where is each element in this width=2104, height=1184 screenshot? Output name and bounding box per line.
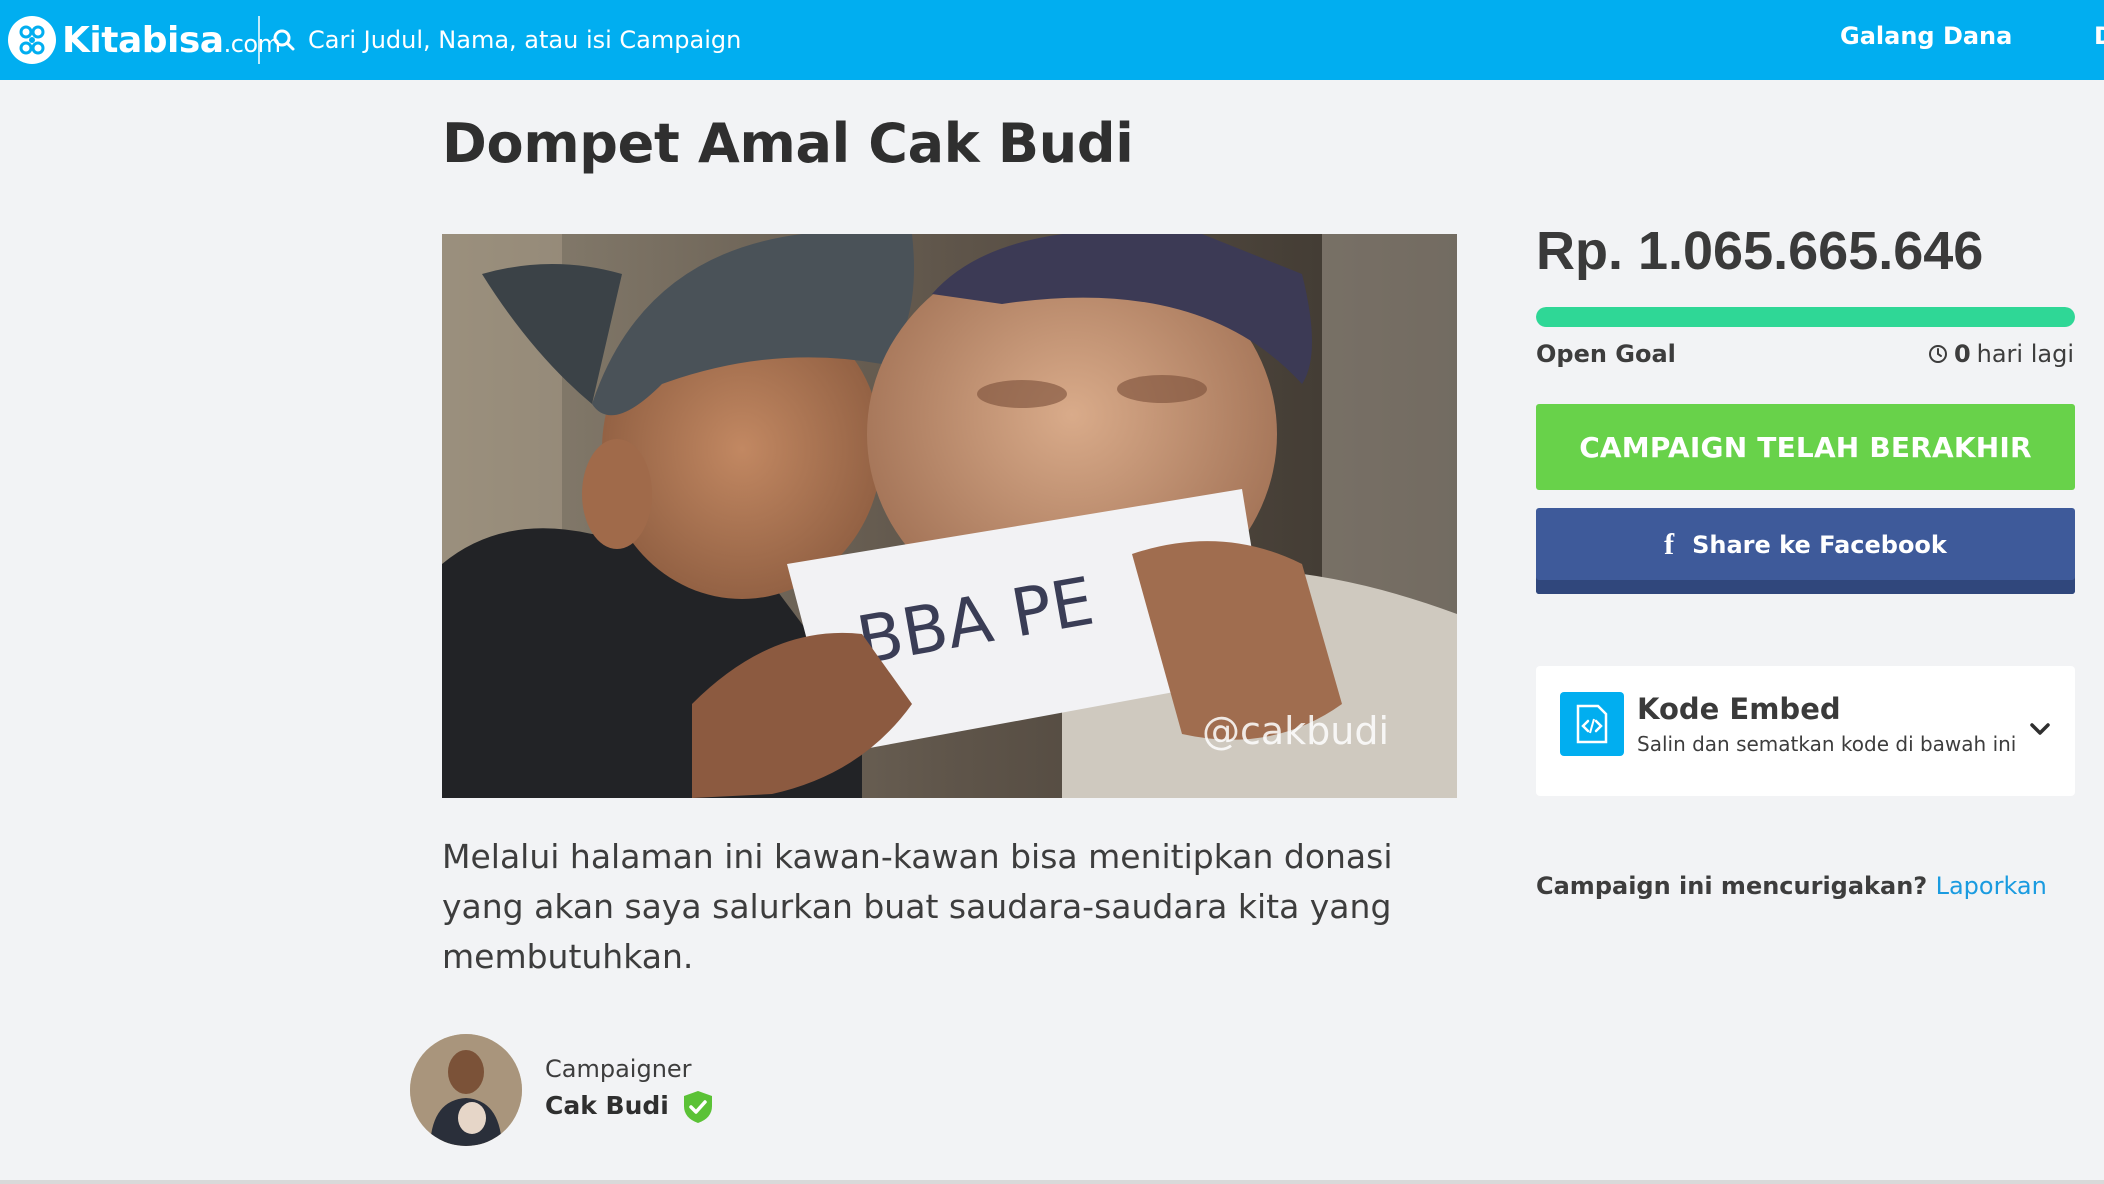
embed-title: Kode Embed	[1637, 692, 1841, 726]
days-left-suffix: hari lagi	[1976, 340, 2074, 368]
page-bottom-divider	[0, 1180, 2104, 1184]
embed-code-card[interactable]: Kode Embed Salin dan sematkan kode di ba…	[1536, 666, 2075, 796]
top-navbar: Kitabisa.com Galang Dana D	[0, 0, 2104, 80]
logo-icon	[8, 16, 56, 64]
donation-amount: Rp. 1.065.665.646	[1536, 221, 1984, 281]
page-title: Dompet Amal Cak Budi	[442, 112, 1134, 175]
share-facebook-label: Share ke Facebook	[1692, 531, 1947, 559]
report-question: Campaign ini mencurigakan?	[1536, 872, 1936, 900]
share-facebook-button[interactable]: f Share ke Facebook	[1536, 508, 2075, 594]
search-input[interactable]	[308, 26, 948, 54]
logo-text: Kitabisa.com	[62, 19, 281, 61]
image-watermark: @cakbudi	[1202, 709, 1389, 753]
embed-subtitle: Salin dan sematkan kode di bawah ini	[1637, 732, 2017, 756]
facebook-icon: f	[1664, 528, 1675, 561]
code-file-icon	[1560, 692, 1624, 756]
report-row: Campaign ini mencurigakan? Laporkan	[1536, 872, 2047, 900]
nav-item-cut[interactable]: D	[2094, 22, 2104, 50]
header-divider	[258, 16, 260, 64]
campaign-description: Melalui halaman ini kawan-kawan bisa men…	[442, 837, 1393, 976]
campaigner-role: Campaigner	[545, 1055, 692, 1083]
days-left-number: 0	[1953, 340, 1971, 368]
goal-label: Open Goal	[1536, 340, 1676, 368]
campaign-image: BBA PE @cakbudi	[442, 234, 1457, 798]
campaign-ended-button[interactable]: CAMPAIGN TELAH BERAKHIR	[1536, 404, 2075, 490]
report-link[interactable]: Laporkan	[1936, 872, 2047, 900]
chevron-down-icon[interactable]	[2029, 718, 2051, 740]
campaigner-name[interactable]: Cak Budi	[545, 1091, 669, 1120]
nav-galang-dana[interactable]: Galang Dana	[1840, 22, 2012, 50]
verified-shield-icon	[684, 1091, 712, 1123]
days-left: 0 hari lagi	[1928, 340, 2074, 368]
clock-icon	[1928, 345, 1947, 363]
progress-fill	[1536, 307, 2075, 327]
search-bar	[272, 18, 972, 62]
campaigner-avatar[interactable]	[410, 1034, 522, 1146]
search-icon	[273, 29, 295, 51]
kitabisa-logo[interactable]: Kitabisa.com	[8, 16, 281, 64]
donation-progress-bar	[1536, 307, 2075, 327]
